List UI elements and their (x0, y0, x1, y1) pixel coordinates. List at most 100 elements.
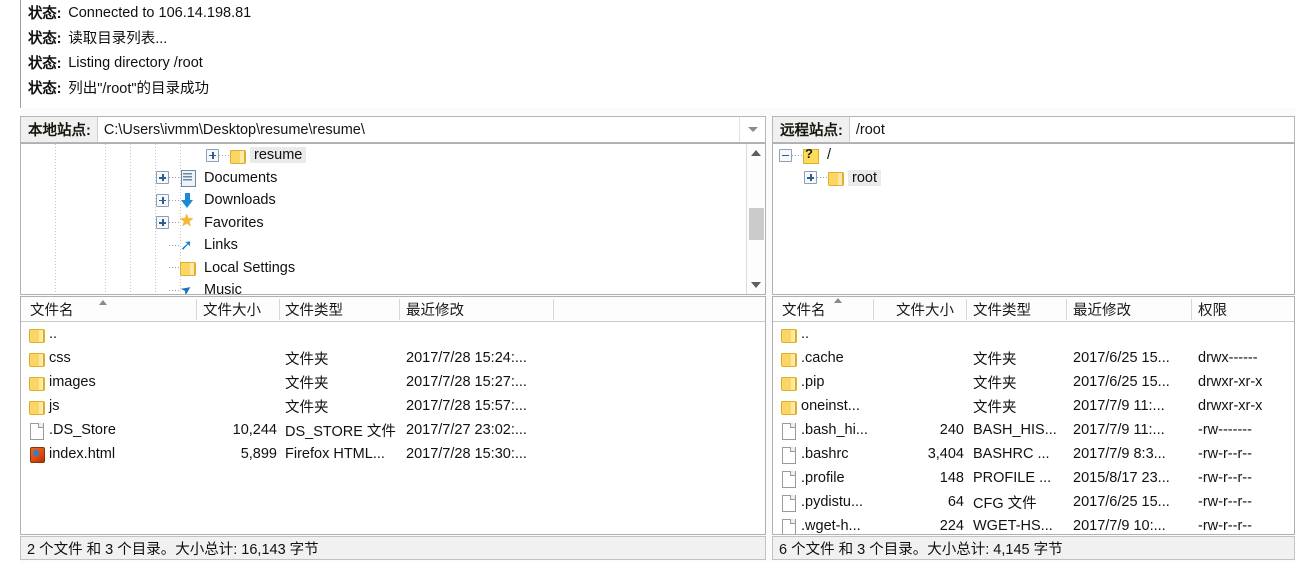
table-row[interactable]: .wget-h... 224 WGET-HS... 2017/7/9 10:..… (773, 514, 1294, 534)
file-name-cell[interactable]: css (25, 346, 195, 370)
table-row[interactable]: css 文件夹 2017/7/28 15:24:... (21, 346, 765, 370)
table-row[interactable]: .DS_Store 10,244 DS_STORE 文件 2017/7/27 2… (21, 418, 765, 442)
local-tree-scrollbar[interactable] (746, 144, 765, 294)
local-file-list-body[interactable]: .. css 文件夹 2017/7/28 15:24:... images 文件… (21, 322, 765, 466)
column-header-permissions[interactable]: 权限 (1198, 297, 1227, 321)
file-name-cell[interactable]: index.html (25, 442, 195, 466)
column-divider[interactable] (1191, 299, 1192, 320)
local-file-list[interactable]: 文件名 文件大小 文件类型 最近修改 .. css 文件夹 2017/7/28 … (20, 296, 766, 535)
expand-plus-icon[interactable] (804, 171, 817, 185)
folder-icon (28, 326, 46, 343)
file-name-cell[interactable]: .pydistu... (777, 490, 873, 514)
file-name-cell[interactable]: .bash_hi... (777, 418, 873, 442)
file-name-cell[interactable]: .profile (777, 466, 873, 490)
column-divider[interactable] (966, 299, 967, 320)
local-directory-tree[interactable]: resume Documents Downloads Favorites (20, 143, 766, 295)
star-icon (179, 211, 197, 231)
file-type-cell: DS_STORE 文件 (285, 423, 396, 440)
file-name-cell[interactable]: .bashrc (777, 442, 873, 466)
table-row[interactable]: .bash_hi... 240 BASH_HIS... 2017/7/9 11:… (773, 418, 1294, 442)
tree-connector (169, 267, 179, 269)
tree-item-local-settings[interactable]: Local Settings (21, 257, 765, 280)
file-type-cell: CFG 文件 (973, 495, 1037, 512)
tree-item-music[interactable]: Music (21, 279, 765, 294)
file-name-cell[interactable]: .pip (777, 370, 873, 394)
file-name-label: js (49, 398, 60, 414)
column-header-filesize[interactable]: 文件大小 (896, 297, 954, 321)
column-header-modified[interactable]: 最近修改 (1073, 297, 1131, 321)
remote-site-input[interactable]: /root (849, 117, 1294, 142)
file-name-cell[interactable]: .wget-h... (777, 514, 873, 534)
expand-plus-icon[interactable] (156, 171, 169, 185)
file-modified-cell: 2015/8/17 23... (1073, 470, 1170, 486)
local-site-input[interactable]: C:\Users\ivmm\Desktop\resume\resume\ (97, 117, 739, 142)
remote-file-list[interactable]: 文件名 文件大小 文件类型 最近修改 权限 .. .cache 文件夹 2017… (772, 296, 1295, 535)
column-divider[interactable] (399, 299, 400, 320)
file-name-cell[interactable]: .. (777, 322, 873, 346)
column-header-filesize[interactable]: 文件大小 (203, 297, 261, 321)
tree-item-label: resume (250, 147, 307, 164)
local-file-list-header: 文件名 文件大小 文件类型 最近修改 (21, 297, 765, 322)
tree-item-favorites[interactable]: Favorites (21, 211, 765, 235)
collapse-minus-icon[interactable] (779, 148, 792, 162)
column-divider[interactable] (279, 299, 280, 320)
table-row[interactable]: .bashrc 3,404 BASHRC ... 2017/7/9 8:3...… (773, 442, 1294, 466)
scroll-down-icon[interactable] (747, 276, 765, 294)
file-name-cell[interactable]: js (25, 394, 195, 418)
remote-directory-tree[interactable]: / root (772, 143, 1295, 295)
column-divider[interactable] (1066, 299, 1067, 320)
file-size-cell (199, 322, 277, 346)
expand-plus-icon[interactable] (206, 148, 219, 162)
file-permissions-cell: drwxr-xr-x (1198, 398, 1263, 414)
table-row[interactable]: .profile 148 PROFILE ... 2015/8/17 23...… (773, 466, 1294, 490)
column-header-filename[interactable]: 文件名 (30, 297, 74, 321)
log-message: 列出"/root"的目录成功 (68, 81, 210, 97)
table-row[interactable]: index.html 5,899 Firefox HTML... 2017/7/… (21, 442, 765, 466)
tree-item-label: root (848, 169, 881, 186)
column-divider[interactable] (873, 299, 874, 320)
file-permissions-cell: drwxr-xr-x (1198, 374, 1263, 390)
local-site-pathbar[interactable]: 本地站点: C:\Users\ivmm\Desktop\resume\resum… (20, 116, 766, 143)
file-permissions-cell: -rw-r--r-- (1198, 446, 1252, 462)
file-name-cell[interactable]: oneinst... (777, 394, 873, 418)
file-name-cell[interactable]: .cache (777, 346, 873, 370)
expand-plus-icon[interactable] (156, 193, 169, 207)
column-header-filename[interactable]: 文件名 (782, 297, 826, 321)
file-name-label: oneinst... (801, 398, 860, 414)
file-permissions-cell: drwx------ (1198, 350, 1258, 366)
column-header-modified[interactable]: 最近修改 (406, 297, 464, 321)
scroll-up-icon[interactable] (747, 144, 765, 162)
tree-connector (169, 244, 179, 246)
column-header-filetype[interactable]: 文件类型 (973, 297, 1031, 321)
table-row[interactable]: images 文件夹 2017/7/28 15:27:... (21, 370, 765, 394)
file-name-cell[interactable]: .DS_Store (25, 418, 195, 442)
table-row[interactable]: .pip 文件夹 2017/6/25 15... drwxr-xr-x (773, 370, 1294, 394)
chevron-down-icon[interactable] (739, 117, 765, 142)
scrollbar-thumb[interactable] (749, 208, 764, 240)
tree-connector (169, 199, 179, 201)
file-name-cell[interactable]: .. (25, 322, 195, 346)
table-row[interactable]: .. (21, 322, 765, 346)
remote-site-pathbar[interactable]: 远程站点: /root (772, 116, 1295, 143)
tree-item-downloads[interactable]: Downloads (21, 189, 765, 212)
log-message: Listing directory /root (68, 54, 203, 71)
table-row[interactable]: .pydistu... 64 CFG 文件 2017/6/25 15... -r… (773, 490, 1294, 514)
file-name-cell[interactable]: images (25, 370, 195, 394)
tree-item-documents[interactable]: Documents (21, 167, 765, 190)
table-row[interactable]: oneinst... 文件夹 2017/7/9 11:... drwxr-xr-… (773, 394, 1294, 418)
file-modified-cell: 2017/7/9 10:... (1073, 518, 1166, 534)
remote-file-list-body[interactable]: .. .cache 文件夹 2017/6/25 15... drwx------ (773, 322, 1294, 534)
table-row[interactable]: .cache 文件夹 2017/6/25 15... drwx------ (773, 346, 1294, 370)
tree-item-root-slash[interactable]: / (773, 144, 1294, 167)
column-divider[interactable] (553, 299, 554, 320)
column-header-filetype[interactable]: 文件类型 (285, 297, 343, 321)
tree-item-root[interactable]: root (773, 167, 1294, 190)
table-row[interactable]: .. (773, 322, 1294, 346)
tree-item-links[interactable]: Links (21, 234, 765, 257)
tree-item-resume[interactable]: resume (21, 144, 765, 167)
table-row[interactable]: js 文件夹 2017/7/28 15:57:... (21, 394, 765, 418)
expand-plus-icon[interactable] (156, 216, 169, 230)
file-size-cell (885, 322, 964, 346)
column-divider[interactable] (196, 299, 197, 320)
file-type-cell: Firefox HTML... (285, 446, 385, 462)
